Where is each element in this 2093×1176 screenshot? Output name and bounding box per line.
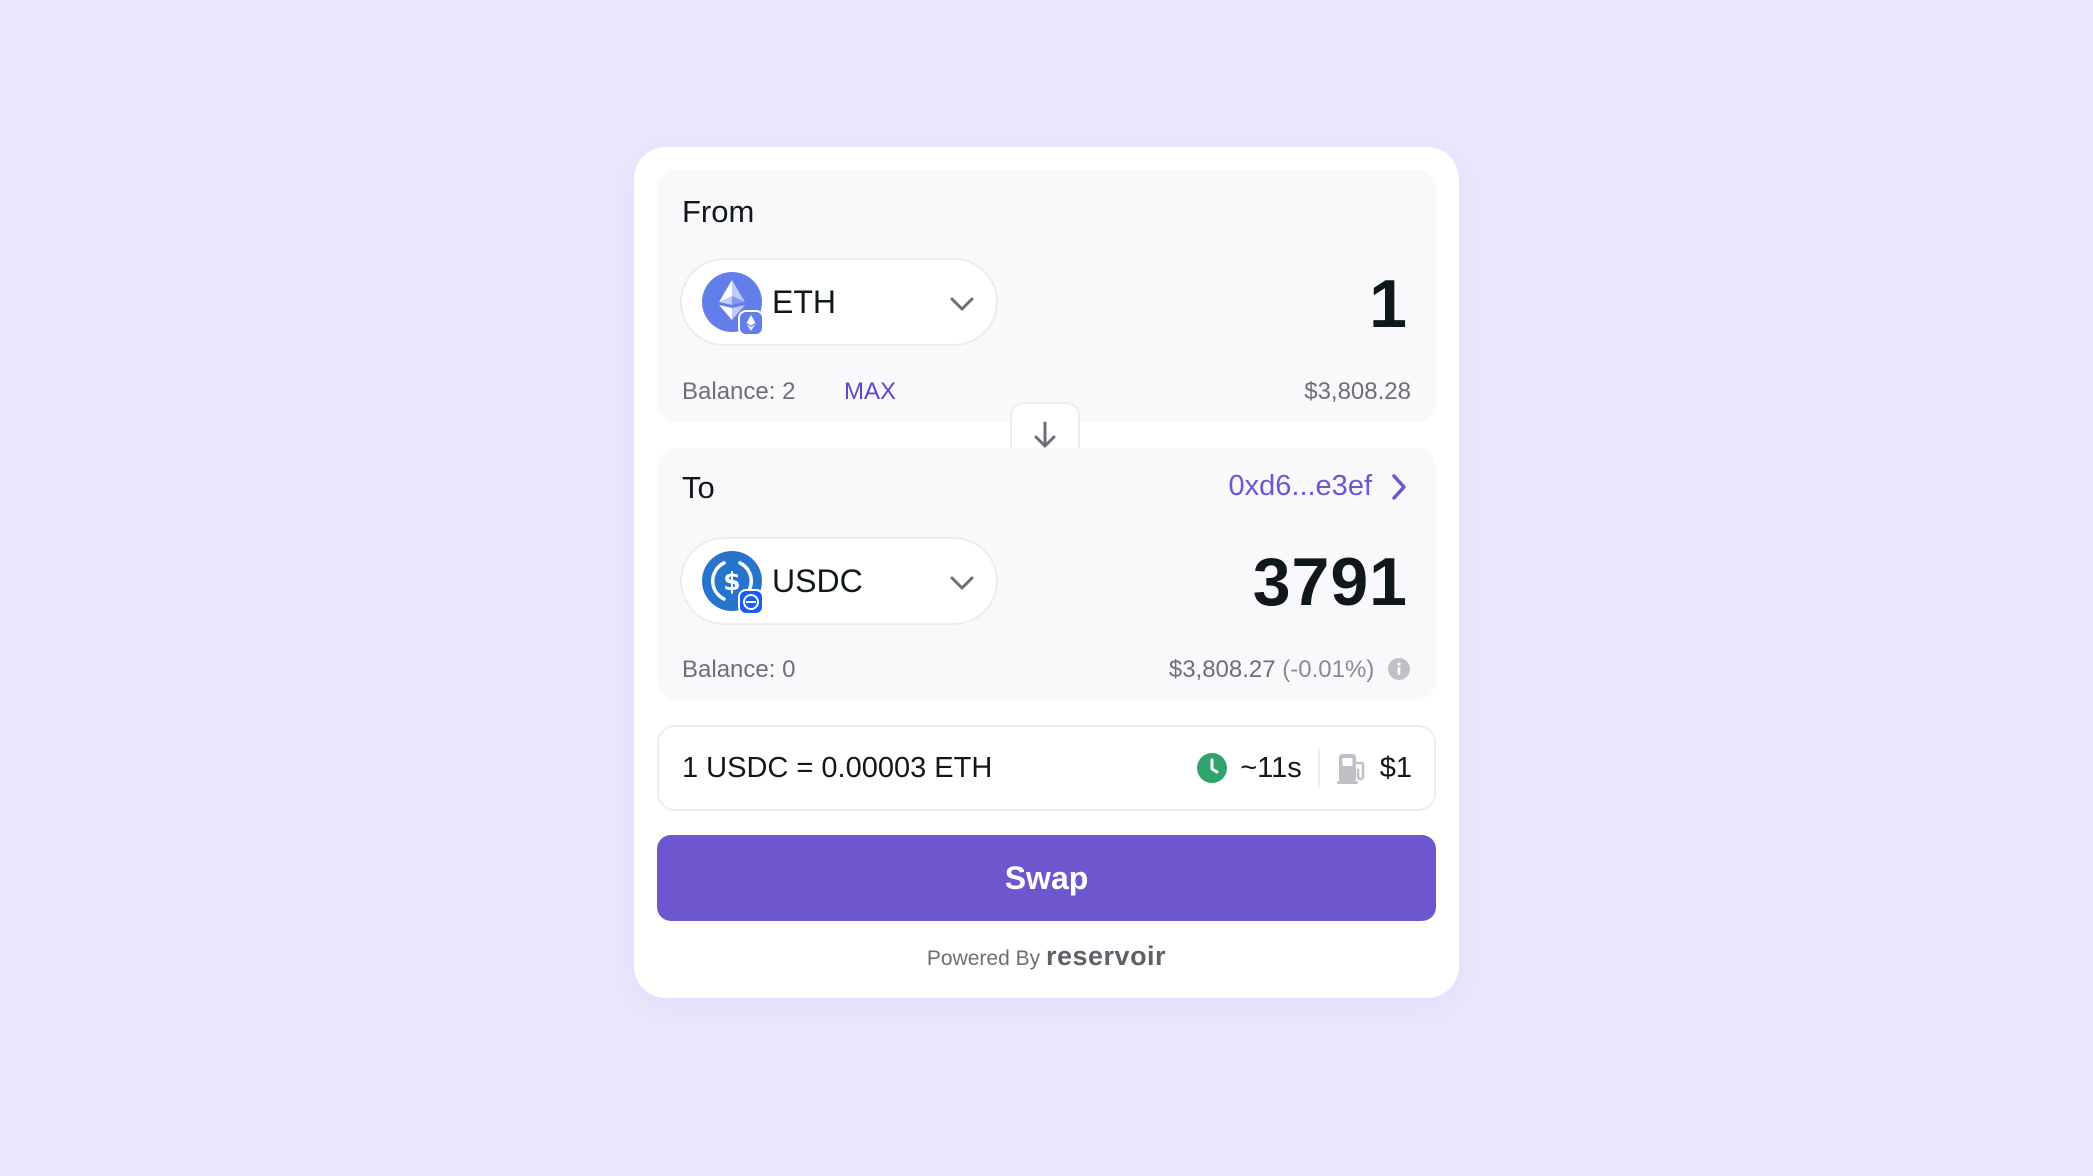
from-label: From bbox=[682, 194, 755, 229]
usdc-icon: $ bbox=[702, 551, 764, 615]
powered-by-label: Powered By bbox=[926, 947, 1041, 970]
max-button[interactable]: MAX bbox=[844, 378, 896, 406]
to-token-symbol: USDC bbox=[772, 562, 863, 599]
from-usd-value: $3,808.28 bbox=[1304, 378, 1411, 405]
to-label: To bbox=[682, 470, 715, 505]
to-amount-output: 3791 bbox=[1252, 544, 1408, 620]
chevron-down-icon bbox=[950, 297, 974, 311]
from-amount-input[interactable]: 1 bbox=[1369, 265, 1408, 343]
ethereum-chain-badge-icon bbox=[738, 310, 764, 336]
divider bbox=[1317, 748, 1320, 788]
from-panel: From ETH 1 Balance: 2 MAX $3,808.28 bbox=[657, 170, 1436, 422]
ethereum-icon bbox=[702, 272, 764, 336]
to-usd-value-group: $3,808.27 (-0.01%) bbox=[1169, 656, 1411, 684]
swap-button[interactable]: Swap bbox=[657, 835, 1436, 921]
chevron-down-icon bbox=[950, 576, 974, 590]
from-token-symbol: ETH bbox=[772, 283, 836, 320]
to-usd-value: $3,808.27 bbox=[1168, 656, 1276, 683]
from-balance: Balance: 2 bbox=[682, 378, 796, 405]
swap-widget: From ETH 1 Balance: 2 MAX $3,808.28 To 0… bbox=[634, 147, 1459, 998]
chevron-right-icon bbox=[1392, 473, 1406, 500]
quote-details[interactable]: 1 USDC = 0.00003 ETH ~11s $1 bbox=[657, 725, 1436, 811]
reservoir-logo[interactable]: reservoir bbox=[1046, 941, 1166, 971]
quote-meta: ~11s $1 bbox=[1196, 747, 1412, 789]
estimated-time: ~11s bbox=[1240, 751, 1302, 784]
price-impact: (-0.01%) bbox=[1282, 656, 1375, 683]
arrow-down-icon bbox=[1034, 421, 1056, 448]
exchange-rate: 1 USDC = 0.00003 ETH bbox=[682, 752, 993, 784]
to-panel: To 0xd6...e3ef $ USDC 3791 Balance: 0 $3… bbox=[657, 448, 1436, 700]
clock-icon bbox=[1197, 753, 1228, 783]
gas-fee: $1 bbox=[1379, 751, 1412, 784]
recipient-address: 0xd6...e3ef bbox=[1228, 470, 1373, 502]
usdc-chain-badge-icon bbox=[738, 589, 764, 615]
to-token-selector[interactable]: $ USDC bbox=[680, 537, 998, 625]
to-balance: Balance: 0 bbox=[682, 656, 796, 683]
recipient-address-button[interactable]: 0xd6...e3ef bbox=[1229, 470, 1409, 503]
info-icon[interactable] bbox=[1387, 657, 1411, 681]
powered-by-footer: Powered By reservoir bbox=[634, 941, 1459, 972]
from-token-selector[interactable]: ETH bbox=[680, 258, 998, 346]
gas-pump-icon bbox=[1336, 754, 1364, 784]
